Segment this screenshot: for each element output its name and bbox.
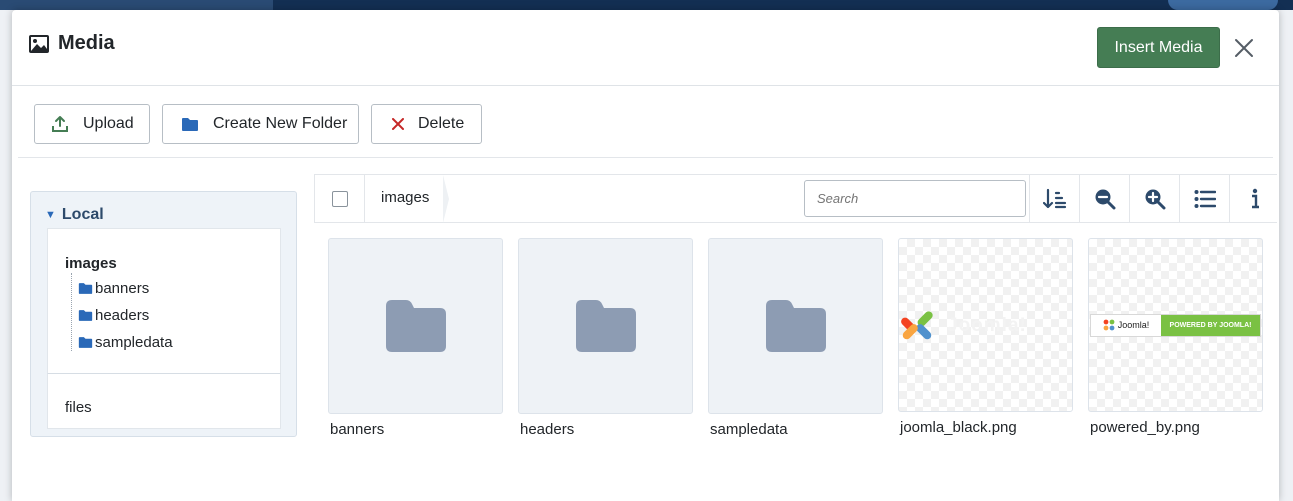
- modal-header: Media Insert Media: [12, 10, 1279, 86]
- svg-text:Joomla!: Joomla!: [947, 315, 1027, 336]
- item-name: banners: [330, 421, 385, 438]
- zoom-in-button[interactable]: [1129, 175, 1179, 222]
- image-icon: [28, 34, 50, 54]
- delete-button[interactable]: Delete: [371, 104, 482, 144]
- files-disk[interactable]: files: [47, 373, 281, 429]
- powered-by-badge: Joomla! POWERED BY JOOMLA!: [1090, 313, 1261, 337]
- folder-icon: [385, 300, 446, 352]
- sort-icon: [1042, 188, 1066, 208]
- create-folder-label: Create New Folder: [213, 115, 348, 132]
- folder-tree: images banners headers sampledata: [47, 228, 281, 373]
- tree-item-banners[interactable]: banners: [78, 280, 149, 297]
- list-view-button[interactable]: [1179, 175, 1229, 222]
- info-icon: [1251, 188, 1259, 208]
- modal-title-text: Media: [58, 32, 115, 54]
- folder-icon: [78, 337, 93, 348]
- upload-icon: [51, 115, 69, 133]
- create-new-folder-button[interactable]: Create New Folder: [162, 104, 359, 144]
- tree-item-label: sampledata: [95, 334, 173, 351]
- item-name: headers: [520, 421, 575, 438]
- joomla-logo-icon: Joomla!: [901, 311, 1027, 340]
- breadcrumb[interactable]: images: [381, 189, 429, 206]
- joomla-mini-icon: [1103, 319, 1115, 331]
- image-thumbnail: Joomla! POWERED BY JOOMLA!: [1088, 238, 1263, 412]
- upload-label: Upload: [83, 115, 134, 132]
- search-input[interactable]: [804, 180, 1026, 217]
- disk-sidebar: ▼ Local images banners headers sampledat…: [30, 191, 297, 437]
- tree-guide-line: [71, 273, 72, 351]
- item-name: powered_by.png: [1090, 419, 1200, 436]
- item-name: joomla_black.png: [900, 419, 1017, 436]
- insert-media-button[interactable]: Insert Media: [1097, 27, 1220, 68]
- disk-toggle[interactable]: ▼ Local: [45, 206, 104, 224]
- media-item-folder[interactable]: sampledata: [708, 238, 883, 438]
- delete-x-icon: [392, 118, 404, 130]
- media-item-image[interactable]: Joomla! joomla_black.png: [898, 238, 1073, 436]
- media-item-image[interactable]: Joomla! POWERED BY JOOMLA! powered_by.pn…: [1088, 238, 1263, 436]
- upload-button[interactable]: Upload: [34, 104, 150, 144]
- breadcrumb-separator: [443, 175, 449, 223]
- sort-button[interactable]: [1029, 175, 1079, 222]
- badge-left: Joomla!: [1091, 314, 1161, 336]
- folder-icon: [575, 300, 636, 352]
- badge-right-text: POWERED BY JOOMLA!: [1161, 314, 1260, 336]
- media-item-folder[interactable]: banners: [328, 238, 503, 438]
- tree-item-sampledata[interactable]: sampledata: [78, 334, 173, 351]
- media-item-folder[interactable]: headers: [518, 238, 693, 438]
- info-button[interactable]: [1229, 175, 1279, 222]
- zoom-in-icon: [1145, 189, 1165, 209]
- browser-toolbar: images: [314, 174, 1277, 223]
- folder-icon: [78, 310, 93, 321]
- delete-label: Delete: [418, 115, 465, 132]
- folder-thumbnail: [708, 238, 883, 414]
- folder-icon: [78, 283, 93, 294]
- backdrop-user-menu: [1168, 0, 1278, 10]
- item-name: sampledata: [710, 421, 788, 438]
- modal-title: Media: [28, 32, 115, 55]
- folder-icon: [765, 300, 826, 352]
- backdrop-topbar-segment: [0, 0, 273, 10]
- tree-root-images[interactable]: images: [65, 255, 117, 272]
- select-all-checkbox[interactable]: [332, 191, 348, 207]
- zoom-out-icon: [1095, 189, 1115, 209]
- tree-item-label: banners: [95, 280, 150, 297]
- tree-item-headers[interactable]: headers: [78, 307, 149, 324]
- disk-label: Local: [61, 206, 104, 223]
- files-label: files: [65, 399, 92, 416]
- close-icon[interactable]: [1232, 36, 1256, 60]
- media-modal: Media Insert Media Upload Create New Fol…: [12, 10, 1279, 501]
- folder-icon: [181, 117, 199, 132]
- tree-item-label: headers: [95, 307, 150, 324]
- triangle-down-icon: ▼: [45, 209, 56, 221]
- media-toolbar: Upload Create New Folder Delete: [18, 86, 1273, 158]
- folder-thumbnail: [328, 238, 503, 414]
- zoom-out-button[interactable]: [1079, 175, 1129, 222]
- divider: [364, 175, 365, 222]
- list-view-icon: [1194, 189, 1216, 208]
- badge-left-text: Joomla!: [1117, 320, 1150, 330]
- folder-thumbnail: [518, 238, 693, 414]
- image-thumbnail: Joomla!: [898, 238, 1073, 412]
